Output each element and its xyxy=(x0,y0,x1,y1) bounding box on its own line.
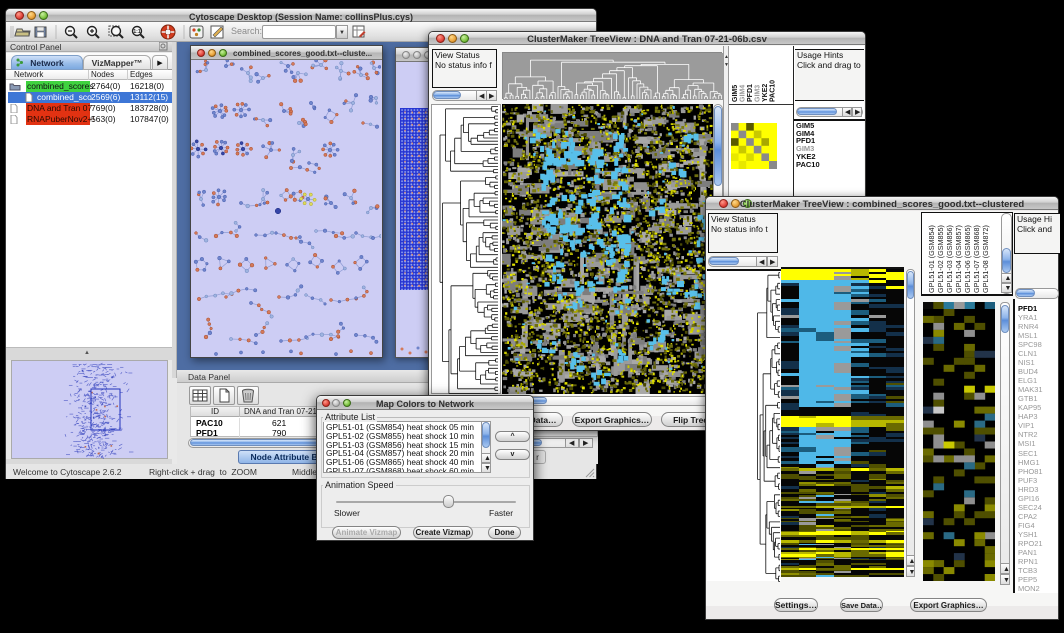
svg-text:1:1: 1:1 xyxy=(133,29,140,35)
